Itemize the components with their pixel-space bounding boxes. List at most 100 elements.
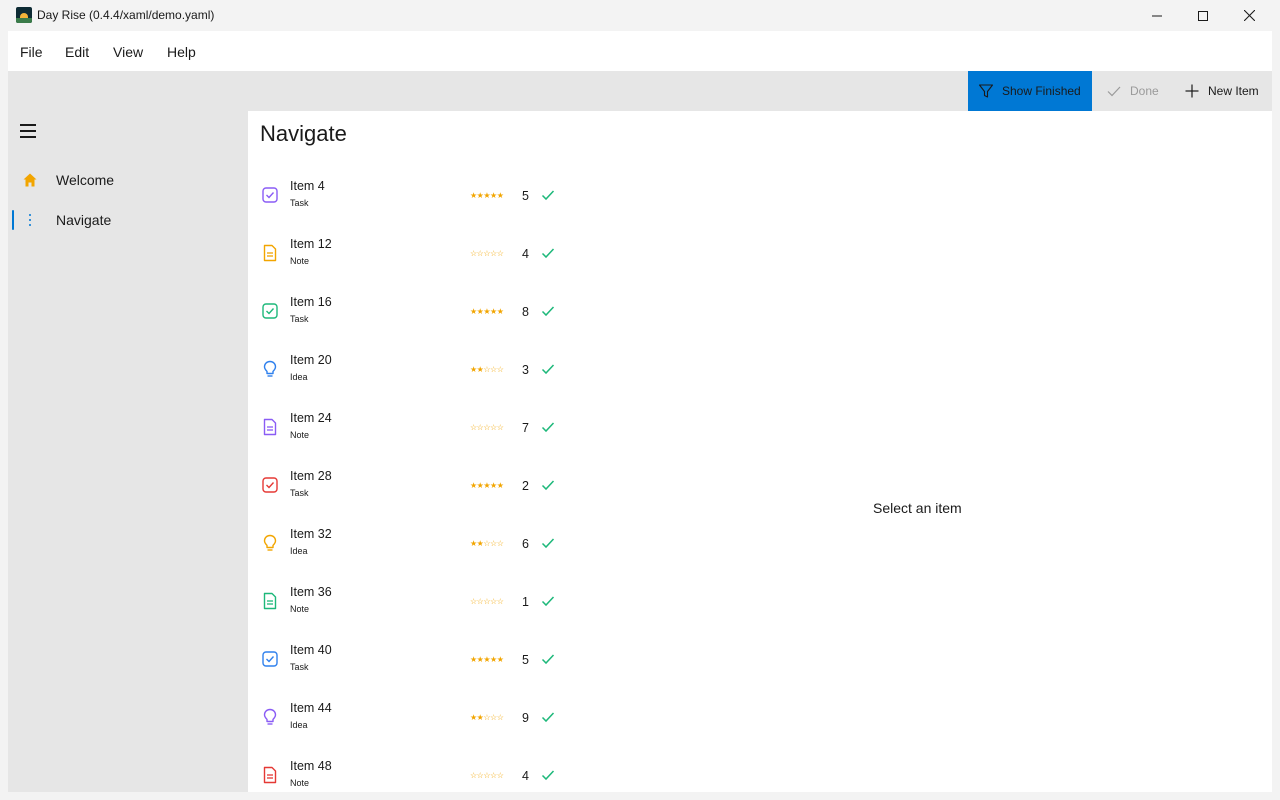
checkmark-icon xyxy=(541,770,555,781)
rating-stars: ★★☆☆☆ xyxy=(470,713,504,722)
idea-icon xyxy=(263,360,277,377)
item-type: Note xyxy=(290,778,310,788)
item-count: 7 xyxy=(522,421,529,435)
task-icon xyxy=(262,651,278,667)
item-count: 6 xyxy=(522,537,529,551)
item-type: Note xyxy=(290,604,310,614)
title-bar: Day Rise (0.4.4/xaml/demo.yaml) xyxy=(0,0,1280,31)
rating-stars: ☆☆☆☆☆ xyxy=(470,597,504,606)
checkmark-icon xyxy=(541,654,555,665)
checkmark-icon xyxy=(541,422,555,433)
list-item[interactable]: Item 20 Idea ★★☆☆☆ 3 xyxy=(248,341,588,399)
item-type: Note xyxy=(290,430,310,440)
checkmark-icon xyxy=(541,596,555,607)
checkmark-icon xyxy=(541,248,555,259)
note-icon xyxy=(263,592,277,610)
menu-bar: File Edit View Help xyxy=(8,31,1272,71)
done-label: Done xyxy=(1130,84,1159,98)
item-name: Item 36 xyxy=(290,585,332,599)
item-count: 3 xyxy=(522,363,529,377)
new-item-label: New Item xyxy=(1208,84,1259,98)
list-item[interactable]: Item 12 Note ☆☆☆☆☆ 4 xyxy=(248,225,588,283)
list-item[interactable]: Item 4 Task ★★★★★ 5 xyxy=(248,167,588,225)
filter-icon xyxy=(978,84,994,98)
item-count: 5 xyxy=(522,653,529,667)
item-count: 2 xyxy=(522,479,529,493)
list-item[interactable]: Item 48 Note ☆☆☆☆☆ 4 xyxy=(248,747,588,792)
menu-edit[interactable]: Edit xyxy=(65,44,89,60)
list-item[interactable]: Item 36 Note ☆☆☆☆☆ 1 xyxy=(248,573,588,631)
item-type: Task xyxy=(290,198,309,208)
item-name: Item 12 xyxy=(290,237,332,251)
sidebar-item-navigate[interactable]: Navigate xyxy=(8,202,248,238)
list-item[interactable]: Item 16 Task ★★★★★ 8 xyxy=(248,283,588,341)
plus-icon xyxy=(1185,84,1199,98)
rating-stars: ★★★★★ xyxy=(470,191,504,200)
show-finished-button[interactable]: Show Finished xyxy=(968,71,1092,111)
item-name: Item 20 xyxy=(290,353,332,367)
list-item[interactable]: Item 44 Idea ★★☆☆☆ 9 xyxy=(248,689,588,747)
rating-stars: ★★☆☆☆ xyxy=(470,365,504,374)
task-icon xyxy=(262,187,278,203)
checkmark-icon xyxy=(541,480,555,491)
item-count: 4 xyxy=(522,247,529,261)
rating-stars: ★★★★★ xyxy=(470,307,504,316)
sidebar-item-welcome[interactable]: Welcome xyxy=(8,162,248,198)
menu-help[interactable]: Help xyxy=(167,44,196,60)
item-type: Note xyxy=(290,256,310,266)
select-item-message: Select an item xyxy=(873,500,962,516)
item-type: Idea xyxy=(290,372,308,382)
note-icon xyxy=(263,244,277,262)
rating-stars: ★★☆☆☆ xyxy=(470,539,504,548)
idea-icon xyxy=(263,534,277,551)
checkmark-icon xyxy=(541,364,555,375)
note-icon xyxy=(263,418,277,436)
item-name: Item 24 xyxy=(290,411,332,425)
item-name: Item 40 xyxy=(290,643,332,657)
item-name: Item 32 xyxy=(290,527,332,541)
list-item[interactable]: Item 32 Idea ★★☆☆☆ 6 xyxy=(248,515,588,573)
maximize-button[interactable] xyxy=(1180,0,1226,31)
item-name: Item 48 xyxy=(290,759,332,773)
item-type: Task xyxy=(290,488,309,498)
item-count: 8 xyxy=(522,305,529,319)
main-content: Navigate Item 4 Task ★★★★★ 5 Item 12 Note ☆☆☆☆… xyxy=(248,111,1272,792)
rating-stars: ☆☆☆☆☆ xyxy=(470,249,504,258)
list-item[interactable]: Item 28 Task ★★★★★ 2 xyxy=(248,457,588,515)
selection-indicator xyxy=(12,210,14,230)
sidebar-item-label: Welcome xyxy=(56,172,115,188)
item-type: Task xyxy=(290,662,309,672)
list-item[interactable]: Item 40 Task ★★★★★ 5 xyxy=(248,631,588,689)
item-count: 1 xyxy=(522,595,529,609)
item-type: Idea xyxy=(290,720,308,730)
close-button[interactable] xyxy=(1226,0,1272,31)
hamburger-menu-icon[interactable] xyxy=(20,124,36,138)
rating-stars: ★★★★★ xyxy=(470,655,504,664)
checkmark-icon xyxy=(541,306,555,317)
menu-file[interactable]: File xyxy=(20,44,43,60)
rating-stars: ☆☆☆☆☆ xyxy=(470,423,504,432)
page-title: Navigate xyxy=(260,121,347,146)
minimize-button[interactable] xyxy=(1134,0,1180,31)
command-bar: Show Finished Done New Item xyxy=(8,71,1272,111)
checkmark-icon xyxy=(1107,86,1121,97)
menu-view[interactable]: View xyxy=(113,44,143,60)
rating-stars: ★★★★★ xyxy=(470,481,504,490)
task-icon xyxy=(262,303,278,319)
list-item[interactable]: Item 24 Note ☆☆☆☆☆ 7 xyxy=(248,399,588,457)
new-item-button[interactable]: New Item xyxy=(1178,71,1272,111)
item-name: Item 4 xyxy=(290,179,325,193)
item-type: Idea xyxy=(290,546,308,556)
window-title: Day Rise (0.4.4/xaml/demo.yaml) xyxy=(37,8,215,22)
checkmark-icon xyxy=(541,712,555,723)
maximize-icon xyxy=(1198,10,1208,21)
item-count: 9 xyxy=(522,711,529,725)
home-icon xyxy=(23,173,37,187)
checkmark-icon xyxy=(541,190,555,201)
task-icon xyxy=(262,477,278,493)
sidebar-item-label: Navigate xyxy=(56,212,112,228)
note-icon xyxy=(263,766,277,784)
done-button[interactable]: Done xyxy=(1100,71,1170,111)
item-count: 4 xyxy=(522,769,529,783)
item-type: Task xyxy=(290,314,309,324)
